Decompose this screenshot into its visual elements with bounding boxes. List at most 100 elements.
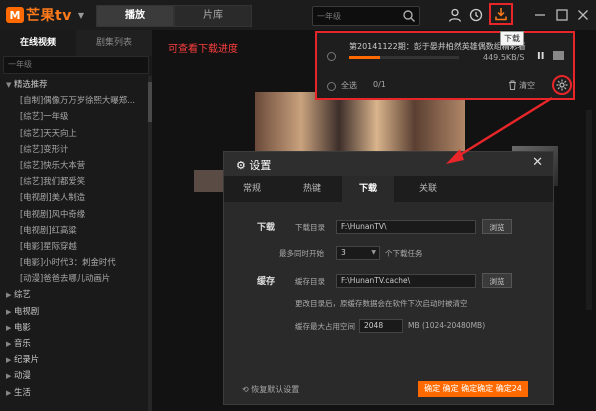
pause-icon[interactable]: II bbox=[537, 51, 544, 62]
settings-footer: ⟲ 恢复默认设置 确定 确定 确定确定 确定24 bbox=[224, 376, 553, 404]
download-button[interactable] bbox=[489, 3, 513, 25]
concurrent-suffix: 个下载任务 bbox=[385, 249, 423, 258]
sidebar-level-filter[interactable]: 一年级 bbox=[3, 56, 149, 74]
chevron-down-icon[interactable]: ▼ bbox=[78, 11, 84, 20]
sidebar-item-label: [电视剧]风中奇缘 bbox=[20, 208, 86, 219]
sidebar-item-label: 电影 bbox=[14, 321, 31, 332]
sidebar-category[interactable]: ▶ 音乐 bbox=[0, 335, 148, 351]
tab-download[interactable]: 下载 bbox=[342, 176, 394, 202]
sidebar-item-label: 综艺 bbox=[14, 289, 31, 300]
chevron-right-icon: ▶ bbox=[6, 340, 12, 348]
clock-icon[interactable] bbox=[468, 7, 484, 23]
sidebar-item[interactable]: [自制]偶像万万岁徐熙大曝郑... bbox=[0, 92, 148, 108]
download-dir-label: 下载目录 bbox=[295, 223, 325, 232]
concurrent-select[interactable]: 3 ▼ bbox=[336, 246, 380, 260]
sidebar-item-label: [电视剧]红高粱 bbox=[20, 224, 77, 235]
settings-body: 下载 下载目录 F:\HunanTV\ 浏览 最多同时开始 3 ▼ 个下载任务 缓… bbox=[224, 202, 553, 376]
minimize-icon[interactable] bbox=[532, 7, 548, 23]
cache-dir-field[interactable]: F:\HunanTV.cache\ bbox=[336, 274, 476, 288]
settings-header: ⚙ 设置 ✕ bbox=[224, 152, 553, 176]
sidebar-category[interactable]: ▶ 电影 bbox=[0, 319, 148, 335]
download-browse-button[interactable]: 浏览 bbox=[482, 219, 512, 234]
sidebar-item-label: [自制]偶像万万岁徐熙大曝郑... bbox=[20, 95, 136, 106]
download-dir-field[interactable]: F:\HunanTV\ bbox=[336, 220, 476, 234]
cache-browse-button[interactable]: 浏览 bbox=[482, 273, 512, 288]
ok-button[interactable]: 确定 确定 确定确定 确定24 bbox=[418, 381, 528, 397]
sidebar-item-label: [综艺]天天向上 bbox=[20, 127, 77, 138]
user-icon[interactable] bbox=[447, 7, 463, 23]
settings-close-icon[interactable]: ✕ bbox=[532, 155, 543, 170]
sidebar-item-label: 动漫 bbox=[14, 370, 31, 381]
cache-section-label: 缓存 bbox=[257, 277, 276, 287]
sidebar-item[interactable]: [电视剧]红高粱 bbox=[0, 222, 148, 238]
maximize-icon[interactable] bbox=[554, 7, 570, 23]
cache-max-field[interactable]: 2048 bbox=[359, 319, 403, 333]
sidebar-item-label: 精选推荐 bbox=[14, 79, 48, 89]
sidebar-item[interactable]: [电视剧]美人制造 bbox=[0, 189, 148, 205]
tab-general[interactable]: 常规 bbox=[226, 176, 278, 202]
select-all-checkbox[interactable] bbox=[327, 82, 336, 91]
app-logo[interactable]: M 芒果tv ▼ bbox=[6, 6, 84, 24]
sidebar-category[interactable]: ▶ 综艺 bbox=[0, 286, 148, 302]
tab-episode-list[interactable]: 剧集列表 bbox=[76, 30, 152, 56]
search-input[interactable] bbox=[313, 7, 399, 25]
chevron-right-icon: ▶ bbox=[6, 307, 12, 316]
download-progress-fill bbox=[349, 56, 380, 59]
sidebar-item[interactable]: [综艺]快乐大本营 bbox=[0, 157, 148, 173]
search-icon[interactable] bbox=[402, 9, 416, 23]
download-item[interactable]: 第20141122期：彭于晏井柏然英雄偶数组精彩看 449.5KB/S II bbox=[323, 38, 569, 70]
cache-max-label: 缓存最大占用空间 bbox=[295, 322, 355, 331]
download-count: 0/1 bbox=[373, 80, 386, 89]
tab-play[interactable]: 播放 bbox=[96, 5, 174, 27]
annotation-note: 可查看下载进度 bbox=[168, 44, 238, 55]
sidebar-item-label: [综艺]我们都爱笑 bbox=[20, 176, 86, 187]
chevron-down-icon: ▼ bbox=[6, 81, 12, 89]
download-tooltip: 下载 bbox=[500, 31, 524, 46]
sidebar-tabs: 在线视频 剧集列表 bbox=[0, 30, 152, 56]
sidebar-item-label: [电影]小时代3：刺金时代 bbox=[20, 257, 116, 268]
main-scrollbar[interactable] bbox=[586, 110, 592, 310]
sidebar-item[interactable]: [电影]小时代3：刺金时代 bbox=[0, 254, 148, 270]
download-item-checkbox[interactable] bbox=[327, 52, 336, 61]
sidebar-item[interactable]: [综艺]我们都爱笑 bbox=[0, 173, 148, 189]
sidebar-category[interactable]: ▶ 电视剧 bbox=[0, 303, 148, 319]
sidebar-category[interactable]: ▶ 纪录片 bbox=[0, 351, 148, 367]
sidebar-item[interactable]: [电影]星际穿越 bbox=[0, 238, 148, 254]
select-all-label[interactable]: 全选 bbox=[341, 80, 357, 91]
download-progress-bar bbox=[349, 56, 459, 59]
sidebar-category[interactable]: ▶ 生活 bbox=[0, 384, 148, 400]
tab-online-video[interactable]: 在线视频 bbox=[0, 30, 76, 56]
settings-button[interactable] bbox=[552, 75, 572, 95]
sidebar-item[interactable]: [电视剧]风中奇缘 bbox=[0, 206, 148, 222]
sidebar-category[interactable]: ▶ 动漫 bbox=[0, 367, 148, 383]
restore-defaults-label: 恢复默认设置 bbox=[251, 385, 300, 394]
sidebar-item[interactable]: [综艺]变形计 bbox=[0, 141, 148, 157]
sidebar-item[interactable]: [综艺]天天向上 bbox=[0, 125, 148, 141]
trash-icon[interactable] bbox=[508, 80, 517, 90]
sidebar-item[interactable]: [动漫]爸爸去哪儿动画片 bbox=[0, 270, 148, 286]
clear-button[interactable]: 清空 bbox=[519, 80, 535, 91]
logo-mark: M bbox=[6, 7, 24, 23]
sidebar-item-label: [电视剧]美人制造 bbox=[20, 192, 86, 203]
download-speed: 449.5KB/S bbox=[483, 53, 525, 62]
download-icon bbox=[495, 8, 507, 21]
sidebar-item-label: [综艺]快乐大本营 bbox=[20, 159, 86, 170]
settings-title-text: 设置 bbox=[249, 159, 272, 172]
download-section-label: 下载 bbox=[257, 223, 276, 233]
chevron-down-icon: ▼ bbox=[371, 249, 376, 256]
main-tabs: 播放 片库 bbox=[96, 5, 252, 27]
sidebar-category[interactable]: ▼ 精选推荐 bbox=[0, 76, 148, 92]
poster-thumb-left[interactable] bbox=[194, 170, 224, 192]
settings-tabs: 常规 热键 下载 关联 bbox=[224, 176, 553, 202]
title-bar: M 芒果tv ▼ 播放 片库 bbox=[0, 0, 596, 31]
tab-hotkeys[interactable]: 热键 bbox=[286, 176, 338, 202]
folder-icon[interactable] bbox=[553, 51, 564, 60]
tab-association[interactable]: 关联 bbox=[402, 176, 454, 202]
logo-text: 芒果tv bbox=[26, 8, 72, 24]
sidebar-item[interactable]: [综艺]一年级 bbox=[0, 108, 148, 124]
sidebar-item-label: 纪录片 bbox=[14, 354, 40, 365]
tab-library[interactable]: 片库 bbox=[174, 5, 252, 27]
restore-defaults-button[interactable]: ⟲ 恢复默认设置 bbox=[242, 384, 299, 395]
sidebar-item-label: 电视剧 bbox=[14, 305, 40, 316]
close-icon[interactable] bbox=[575, 7, 591, 23]
